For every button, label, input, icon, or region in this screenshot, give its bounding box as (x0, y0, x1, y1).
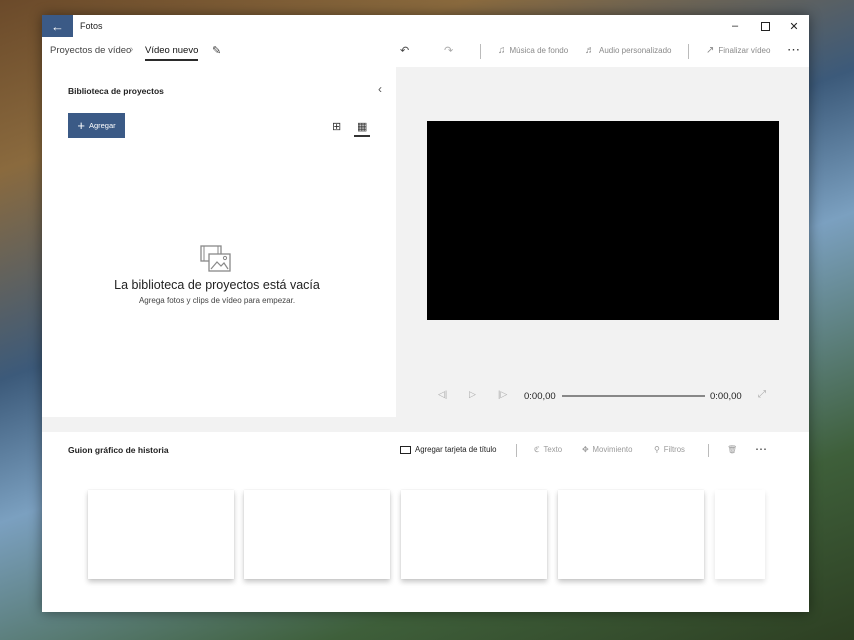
main-toolbar: Proyectos de vídeo › Vídeo nuevo ✎ ↶ ↷ ♫… (42, 37, 809, 67)
maximize-button[interactable] (750, 15, 780, 37)
add-button[interactable]: + Agregar (68, 113, 125, 138)
pencil-icon[interactable]: ✎ (212, 44, 221, 57)
project-name: Vídeo nuevo (145, 45, 199, 61)
storyboard-card[interactable] (244, 490, 390, 579)
audio-icon: ♬ (585, 45, 595, 56)
storyboard-more-icon[interactable]: ⋯ (755, 442, 768, 456)
add-button-label: Agregar (88, 121, 116, 130)
undo-icon[interactable]: ↶ (400, 44, 409, 57)
empty-library-subtitle: Agrega fotos y clips de vídeo para empez… (138, 296, 296, 305)
filters-label: Filtros (663, 445, 685, 454)
motion-button[interactable]: ✥ Movimiento (582, 445, 632, 454)
next-frame-icon[interactable]: |▷ (498, 389, 507, 400)
background-music-button[interactable]: ♫ Música de fondo (498, 45, 568, 56)
text-button[interactable]: ℭ Texto (534, 445, 562, 454)
photos-window: ← Fotos – ✕ Proyectos de vídeo › Vídeo n… (42, 15, 809, 612)
toolbar-divider (688, 44, 689, 59)
custom-audio-button[interactable]: ♬ Audio personalizado (585, 45, 672, 56)
previous-frame-icon[interactable]: ◁| (438, 389, 447, 400)
large-grid-view-icon[interactable]: ⊞ (332, 120, 341, 133)
video-preview[interactable] (427, 121, 779, 320)
add-title-card-label: Agregar tarjeta de título (415, 445, 497, 454)
text-icon: ℭ (534, 445, 540, 454)
filters-icon: ⚲ (654, 445, 660, 454)
share-icon: ↗ (706, 45, 715, 56)
more-options-icon[interactable]: ⋯ (787, 42, 801, 58)
play-icon[interactable]: ▷ (469, 389, 476, 400)
background-music-label: Música de fondo (509, 46, 569, 55)
title-bar: ← Fotos – ✕ (42, 15, 809, 37)
close-button[interactable]: ✕ (779, 15, 809, 37)
chevron-right-icon: › (130, 44, 134, 55)
fullscreen-icon[interactable]: ⤢ (758, 389, 766, 400)
custom-audio-label: Audio personalizado (599, 46, 672, 55)
finish-video-label: Finalizar vídeo (718, 46, 771, 55)
view-selected-indicator (354, 135, 370, 137)
breadcrumb-parent[interactable]: Proyectos de vídeo (50, 45, 131, 56)
library-title: Biblioteca de proyectos (68, 86, 164, 96)
music-note-icon: ♫ (498, 45, 506, 56)
storyboard-title: Guion gráfico de historia (68, 445, 169, 455)
redo-icon[interactable]: ↷ (444, 44, 453, 57)
app-title: Fotos (80, 21, 103, 31)
back-button[interactable]: ← (42, 15, 73, 37)
trash-icon[interactable]: 🗑 (727, 445, 737, 454)
total-time: 0:00,00 (710, 391, 742, 402)
empty-library-title: La biblioteca de proyectos está vacía (114, 278, 320, 292)
plus-icon: + (77, 118, 85, 133)
current-time: 0:00,00 (524, 391, 556, 402)
playback-slider[interactable] (562, 395, 705, 397)
media-placeholder-icon (200, 245, 231, 272)
storyboard-card[interactable] (88, 490, 234, 579)
breadcrumb-current[interactable]: Vídeo nuevo (145, 45, 199, 61)
toolbar-divider (480, 44, 481, 59)
storyboard-card[interactable] (558, 490, 704, 579)
storyboard-divider (516, 444, 517, 457)
storyboard-card[interactable] (401, 490, 547, 579)
storyboard-divider (708, 444, 709, 457)
finish-video-button[interactable]: ↗ Finalizar vídeo (706, 45, 770, 56)
title-card-icon (400, 445, 411, 454)
arrow-left-icon: ← (51, 18, 64, 34)
add-title-card-button[interactable]: Agregar tarjeta de título (400, 445, 496, 454)
text-label: Texto (543, 445, 563, 454)
motion-icon: ✥ (582, 445, 589, 454)
storyboard-panel: Guion gráfico de historia Agregar tarjet… (42, 432, 809, 612)
maximize-icon (760, 21, 770, 31)
project-library-panel: Biblioteca de proyectos ‹ + Agregar ⊞ ▦ … (42, 67, 396, 417)
storyboard-card[interactable] (715, 490, 765, 579)
minimize-button[interactable]: – (720, 15, 750, 37)
collapse-chevron-icon[interactable]: ‹ (378, 82, 382, 96)
filters-button[interactable]: ⚲ Filtros (654, 445, 685, 454)
small-grid-view-icon[interactable]: ▦ (357, 120, 367, 133)
motion-label: Movimiento (592, 445, 633, 454)
